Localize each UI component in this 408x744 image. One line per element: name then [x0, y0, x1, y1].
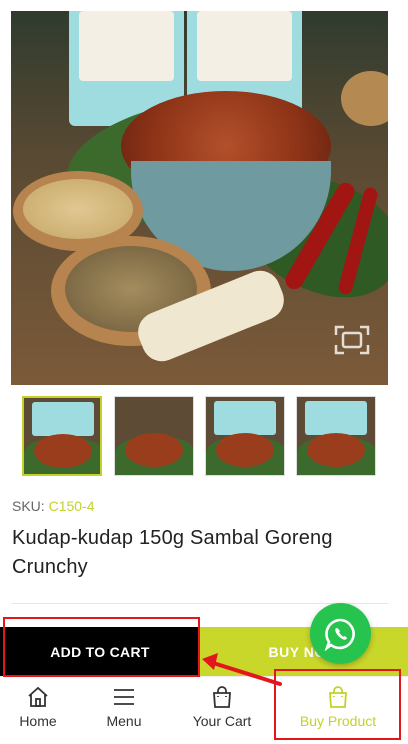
highlight-box-add-to-cart — [3, 617, 200, 677]
menu-icon — [114, 689, 134, 705]
sku-line: SKU: C150-4 — [12, 498, 95, 514]
product-main-image[interactable] — [11, 11, 388, 385]
thumbnail-gallery — [22, 396, 378, 476]
arrow-annotation — [202, 653, 282, 686]
highlight-box-buy-product — [274, 669, 401, 740]
thumbnail-1[interactable] — [22, 396, 102, 476]
whatsapp-button[interactable] — [310, 603, 371, 664]
nav-cart-label: Your Cart — [192, 713, 252, 729]
whatsapp-icon — [324, 618, 355, 651]
nav-home[interactable]: Home — [0, 677, 76, 737]
thumbnail-3[interactable] — [205, 396, 285, 476]
fullscreen-icon[interactable] — [334, 325, 370, 355]
sku-value: C150-4 — [48, 498, 95, 514]
nav-menu[interactable]: Menu — [88, 677, 160, 737]
nav-home-label: Home — [19, 713, 57, 729]
home-icon — [28, 686, 48, 707]
nav-menu-label: Menu — [106, 713, 142, 729]
thumbnail-2[interactable] — [114, 396, 194, 476]
sku-label: SKU: — [12, 498, 45, 514]
thumbnail-4[interactable] — [296, 396, 376, 476]
product-title: Kudap-kudap 150g Sambal Goreng Crunchy — [12, 527, 333, 578]
potato-image — [341, 71, 388, 126]
